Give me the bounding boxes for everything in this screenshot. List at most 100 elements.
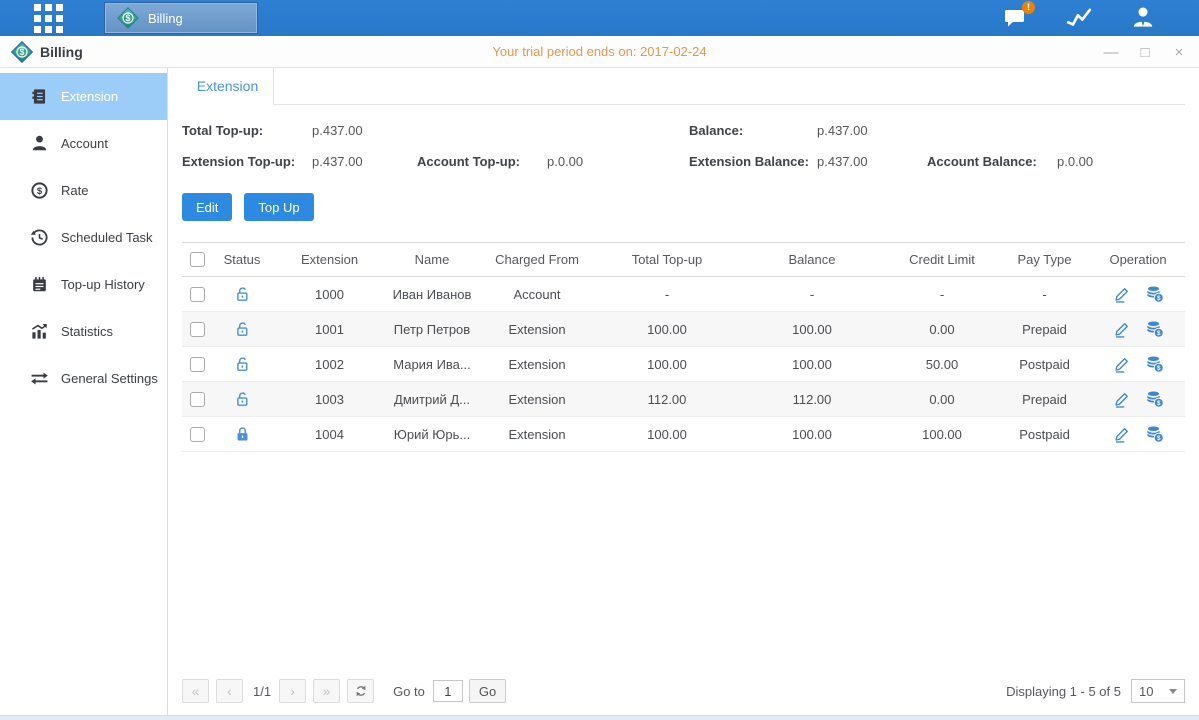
select-all-checkbox[interactable] bbox=[190, 252, 205, 267]
edit-row-icon[interactable] bbox=[1113, 425, 1131, 443]
window-title-text: Billing bbox=[40, 44, 83, 60]
row-checkbox[interactable] bbox=[190, 427, 205, 442]
messages-icon[interactable]: ! bbox=[999, 4, 1031, 32]
prev-page-button[interactable]: ‹ bbox=[216, 679, 243, 703]
refresh-button[interactable] bbox=[347, 679, 374, 703]
go-button[interactable]: Go bbox=[469, 679, 506, 703]
table-row[interactable]: 1000 Иван Иванов Account - - - - $ bbox=[182, 277, 1185, 312]
main-content: Extension Total Top-up: p.437.00 Balance… bbox=[168, 68, 1199, 715]
minimize-icon[interactable]: — bbox=[1103, 45, 1119, 60]
sidebar-item-general-settings[interactable]: General Settings bbox=[0, 355, 167, 402]
next-page-button[interactable]: › bbox=[279, 679, 306, 703]
table-row[interactable]: 1002 Мария Ива... Extension 100.00 100.0… bbox=[182, 347, 1185, 382]
first-page-button[interactable]: « bbox=[182, 679, 209, 703]
sidebar-item-scheduled-task[interactable]: Scheduled Task bbox=[0, 214, 167, 261]
credit-limit-cell: 0.00 bbox=[887, 312, 997, 346]
page-size-select[interactable]: 10 bbox=[1131, 679, 1185, 703]
balance-value: p.437.00 bbox=[817, 123, 868, 138]
top-up-row-icon[interactable]: $ bbox=[1146, 355, 1164, 373]
edit-row-icon[interactable] bbox=[1113, 320, 1131, 338]
credit-limit-cell: - bbox=[887, 277, 997, 311]
column-header-status: Status bbox=[212, 243, 272, 276]
sidebar-item-topup-history[interactable]: Top-up History bbox=[0, 261, 167, 308]
screen: $ Billing ! bbox=[0, 0, 1199, 720]
name-cell: Петр Петров bbox=[387, 312, 477, 346]
name-cell: Юрий Юрь... bbox=[387, 417, 477, 451]
close-icon[interactable]: × bbox=[1171, 45, 1187, 60]
total-topup-cell: 112.00 bbox=[597, 382, 737, 416]
sidebar-item-label: Statistics bbox=[61, 324, 113, 339]
total-topup-cell: 100.00 bbox=[597, 417, 737, 451]
page-indicator: 1/1 bbox=[253, 684, 271, 699]
charged-from-cell: Extension bbox=[477, 312, 597, 346]
sidebar-item-account[interactable]: Account bbox=[0, 120, 167, 167]
balance-cell: 100.00 bbox=[737, 417, 887, 451]
person-icon bbox=[30, 134, 49, 153]
billing-diamond-icon: $ bbox=[10, 40, 34, 64]
statistics-chart-icon[interactable] bbox=[1063, 4, 1095, 32]
table-row[interactable]: 1004 Юрий Юрь... Extension 100.00 100.00… bbox=[182, 417, 1185, 452]
row-checkbox[interactable] bbox=[190, 287, 205, 302]
billing-diamond-icon: $ bbox=[116, 6, 140, 30]
lock-closed-icon bbox=[234, 426, 251, 443]
name-cell: Дмитрий Д... bbox=[387, 382, 477, 416]
chevron-down-icon bbox=[1169, 689, 1177, 694]
charged-from-cell: Extension bbox=[477, 347, 597, 381]
row-checkbox[interactable] bbox=[190, 322, 205, 337]
column-header-total-topup: Total Top-up bbox=[597, 243, 737, 276]
lock-open-icon bbox=[234, 286, 251, 303]
sidebar-item-extension[interactable]: Extension bbox=[0, 73, 167, 120]
ledger-icon bbox=[30, 87, 49, 106]
edit-row-icon[interactable] bbox=[1113, 390, 1131, 408]
total-topup-cell: - bbox=[597, 277, 737, 311]
balance-summary: Total Top-up: p.437.00 Balance: p.437.00… bbox=[182, 117, 1185, 179]
top-up-row-icon[interactable]: $ bbox=[1146, 320, 1164, 338]
sidebar-item-statistics[interactable]: Statistics bbox=[0, 308, 167, 355]
maximize-icon[interactable]: □ bbox=[1137, 45, 1153, 60]
name-cell: Иван Иванов bbox=[387, 277, 477, 311]
account-topup-value: p.0.00 bbox=[547, 154, 583, 169]
svg-text:$: $ bbox=[1156, 330, 1160, 337]
sidebar-item-label: General Settings bbox=[61, 371, 158, 386]
account-balance-label: Account Balance: bbox=[927, 154, 1037, 169]
extension-cell: 1000 bbox=[272, 277, 387, 311]
table-row[interactable]: 1003 Дмитрий Д... Extension 112.00 112.0… bbox=[182, 382, 1185, 417]
sidebar-item-label: Top-up History bbox=[61, 277, 145, 292]
total-topup-cell: 100.00 bbox=[597, 312, 737, 346]
extension-cell: 1002 bbox=[272, 347, 387, 381]
app-launcher-icon[interactable] bbox=[34, 4, 63, 33]
last-page-button[interactable]: » bbox=[313, 679, 340, 703]
tab-extension[interactable]: Extension bbox=[182, 68, 274, 105]
credit-limit-cell: 0.00 bbox=[887, 382, 997, 416]
window-titlebar: $ Billing Your trial period ends on: 201… bbox=[0, 36, 1199, 68]
svg-text:$: $ bbox=[1156, 435, 1160, 442]
edit-row-icon[interactable] bbox=[1113, 355, 1131, 373]
column-header-operation: Operation bbox=[1092, 243, 1184, 276]
refresh-icon bbox=[354, 684, 368, 698]
pagination-bar: « ‹ 1/1 › » Go to Go Displaying bbox=[182, 679, 1185, 703]
sidebar-item-rate[interactable]: $ Rate bbox=[0, 167, 167, 214]
top-up-row-icon[interactable]: $ bbox=[1146, 425, 1164, 443]
tab-strip: Extension bbox=[182, 68, 1185, 105]
user-account-icon[interactable] bbox=[1127, 4, 1159, 32]
row-checkbox[interactable] bbox=[190, 392, 205, 407]
extension-balance-value: p.437.00 bbox=[817, 154, 868, 169]
edit-button[interactable]: Edit bbox=[182, 193, 232, 221]
top-up-row-icon[interactable]: $ bbox=[1146, 285, 1164, 303]
total-topup-value: p.437.00 bbox=[312, 123, 363, 138]
top-up-button[interactable]: Top Up bbox=[244, 193, 313, 221]
goto-page-input[interactable] bbox=[433, 680, 463, 702]
edit-row-icon[interactable] bbox=[1113, 285, 1131, 303]
table-body: 1000 Иван Иванов Account - - - - $ bbox=[182, 277, 1185, 452]
dollar-circle-icon: $ bbox=[30, 181, 49, 200]
goto-label: Go to bbox=[393, 684, 425, 699]
svg-text:$: $ bbox=[1156, 365, 1160, 372]
account-balance-value: p.0.00 bbox=[1057, 154, 1093, 169]
desktop-topbar: $ Billing ! bbox=[0, 0, 1199, 36]
row-checkbox[interactable] bbox=[190, 357, 205, 372]
charged-from-cell: Extension bbox=[477, 382, 597, 416]
total-topup-cell: 100.00 bbox=[597, 347, 737, 381]
table-row[interactable]: 1001 Петр Петров Extension 100.00 100.00… bbox=[182, 312, 1185, 347]
taskbar-item-billing[interactable]: $ Billing bbox=[105, 3, 257, 33]
top-up-row-icon[interactable]: $ bbox=[1146, 390, 1164, 408]
